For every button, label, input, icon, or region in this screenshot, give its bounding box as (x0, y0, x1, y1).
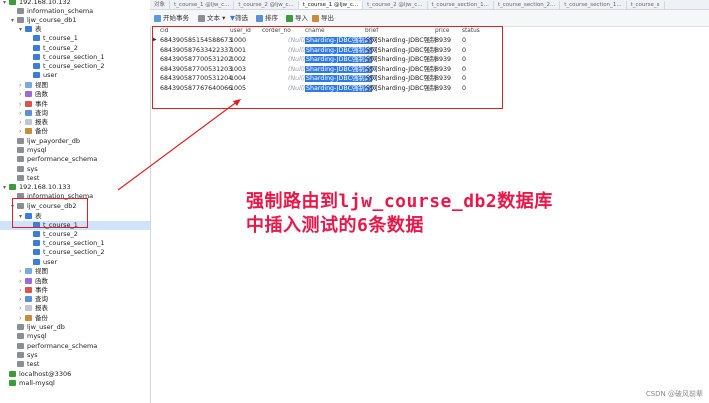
annotation-line-2: 中插入测试的6条数据 (246, 215, 424, 236)
watermark: CSDN @破风前辈 (645, 390, 703, 398)
annotation-text: 强制路由到ljw_course_db2数据库 中插入测试的6条数据 (246, 190, 666, 238)
annotation-line-1: 强制路由到ljw_course_db2数据库 (246, 191, 553, 212)
